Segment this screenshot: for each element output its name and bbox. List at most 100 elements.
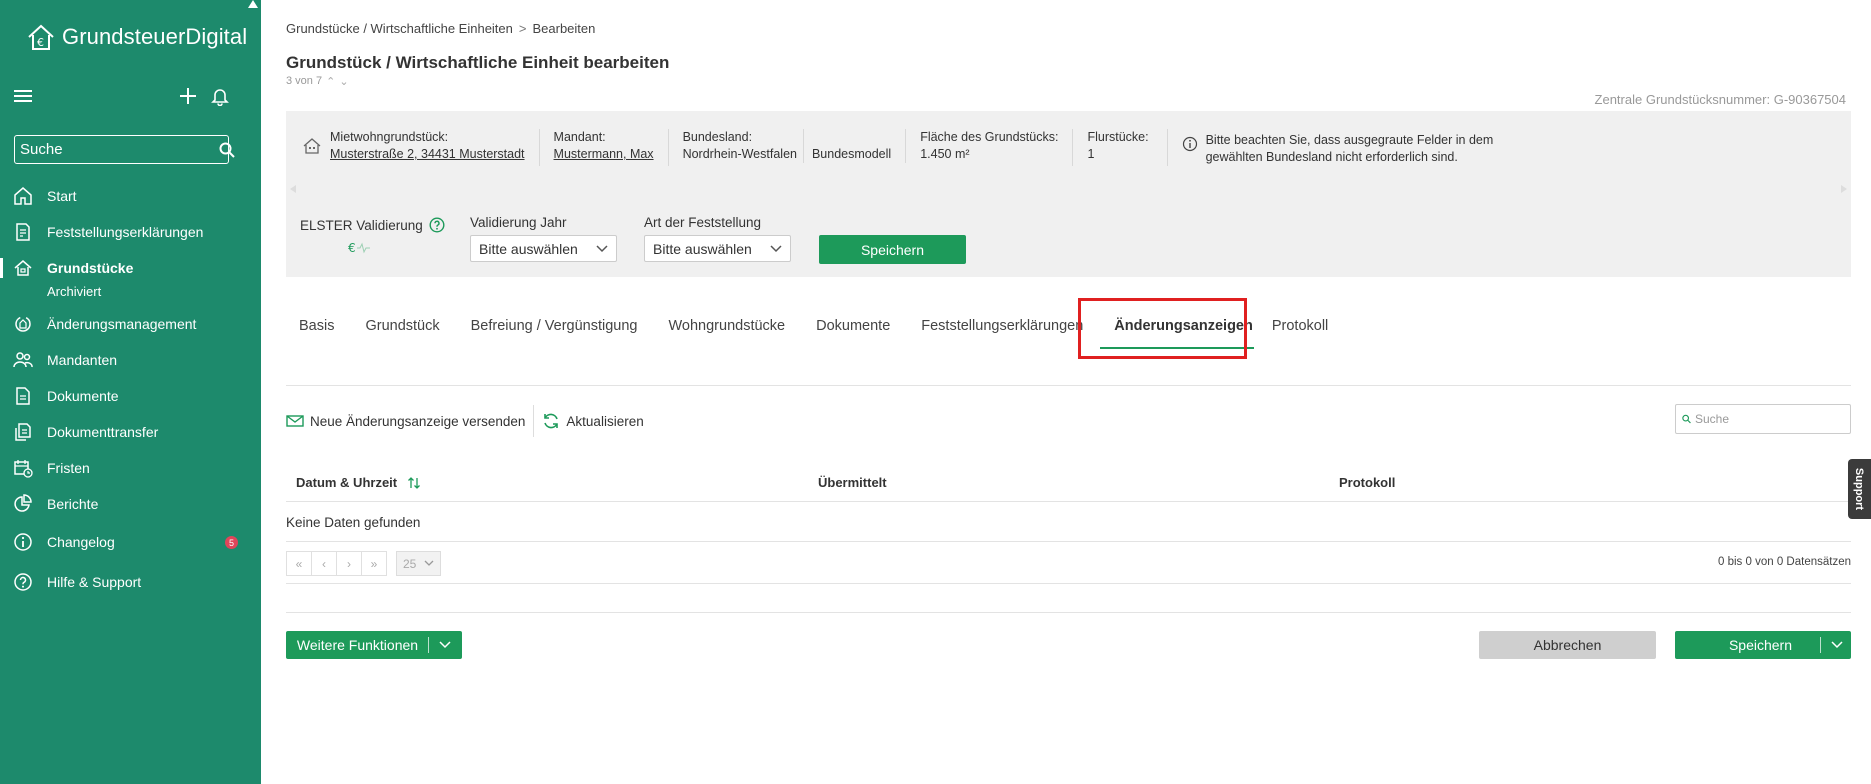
info-icon [13, 532, 33, 552]
scroll-up-icon[interactable] [248, 0, 258, 8]
bell-icon[interactable] [210, 86, 230, 106]
help-circle-icon[interactable] [429, 217, 445, 233]
save-button[interactable]: Speichern [1675, 631, 1851, 659]
button-separator [1820, 637, 1821, 653]
hamburger-menu-icon[interactable] [14, 88, 34, 104]
sidebar-item-fristen[interactable]: Fristen [0, 450, 261, 486]
record-counter-text: 3 von 7 [286, 75, 323, 87]
info-property-type: Mietwohngrundstück: Musterstraße 2, 3443… [286, 129, 540, 166]
new-change-notice-label: Neue Änderungsanzeige versenden [310, 413, 526, 429]
chevron-right-icon: > [518, 21, 527, 36]
validation-save-button[interactable]: Speichern [819, 235, 966, 264]
sort-icon[interactable] [407, 476, 421, 490]
svg-text:€: € [348, 241, 356, 255]
sidebar-item-dokumente[interactable]: Dokumente [0, 378, 261, 414]
property-type-label: Mietwohngrundstück: [330, 130, 449, 144]
refresh-button[interactable]: Aktualisieren [542, 405, 651, 437]
sidebar-item-label: Start [47, 188, 77, 204]
sidebar-item-dokumenttransfer[interactable]: Dokumenttransfer [0, 414, 261, 450]
search-icon[interactable] [219, 142, 235, 158]
column-header-datum[interactable]: Datum & Uhrzeit [296, 475, 421, 490]
grid-bottom-divider [286, 583, 1851, 584]
sidebar-item-label: Dokumenttransfer [47, 424, 159, 440]
sidebar-search-input[interactable] [15, 141, 219, 158]
grid-search[interactable] [1675, 404, 1851, 434]
grid-toolbar: Neue Änderungsanzeige versenden Aktualis… [286, 405, 652, 437]
validation-year-select[interactable]: Bitte auswählen [470, 235, 617, 262]
home-icon [13, 186, 33, 206]
sidebar-item-mandanten[interactable]: Mandanten [0, 342, 261, 378]
grid-search-input[interactable] [1691, 412, 1850, 426]
chevron-up-icon[interactable]: ⌃ [326, 75, 335, 88]
users-icon [13, 350, 33, 370]
assessment-type-select[interactable]: Bitte auswählen [644, 235, 791, 262]
tab-basis[interactable]: Basis [286, 295, 347, 357]
column-header-uebermittelt-label: Übermittelt [818, 475, 887, 490]
modell-value: Bundesmodell [811, 147, 892, 161]
mandant-link[interactable]: Mustermann, Max [554, 146, 654, 163]
logo[interactable]: € GrundsteuerDigital [26, 22, 247, 52]
sidebar-search[interactable] [14, 135, 235, 164]
sidebar-item-label: Dokumente [47, 388, 119, 404]
column-header-protokoll-label: Protokoll [1339, 475, 1396, 490]
last-page-button[interactable]: » [361, 551, 387, 576]
column-header-datum-label: Datum & Uhrzeit [296, 475, 398, 490]
plus-icon[interactable] [178, 86, 198, 106]
sidebar-item-label: Grundstücke [47, 260, 134, 276]
logo-text: GrundsteuerDigital [62, 24, 248, 49]
breadcrumb-parent[interactable]: Grundstücke / Wirtschaftliche Einheiten [286, 21, 513, 36]
chevron-down-icon[interactable] [439, 641, 451, 649]
chevron-down-icon [596, 244, 608, 252]
page-title: Grundstück / Wirtschaftliche Einheit bea… [286, 53, 670, 72]
sidebar-item-berichte[interactable]: Berichte [0, 486, 261, 522]
document-edit-icon [13, 222, 33, 242]
cancel-button[interactable]: Abbrechen [1479, 631, 1656, 659]
sidebar-item-start[interactable]: Start [0, 178, 261, 214]
property-info-panel: Mietwohngrundstück: Musterstraße 2, 3443… [286, 111, 1851, 277]
sidebar-item-hilfe-support[interactable]: Hilfe & Support [0, 564, 261, 600]
page-size-value: 25 [403, 556, 417, 571]
tab-aenderungsanzeigen[interactable]: Änderungsanzeigen [1096, 295, 1266, 357]
tab-wohngrundstuecke[interactable]: Wohngrundstücke [651, 295, 799, 357]
grid-empty-message: Keine Daten gefunden [286, 515, 421, 530]
tab-protokoll[interactable]: Protokoll [1266, 295, 1341, 357]
info-circle-icon [1182, 136, 1197, 152]
refresh-icon [544, 413, 559, 429]
mandant-label: Mandant: [553, 130, 606, 144]
sidebar-item-feststellungserklaerungen[interactable]: Feststellungserklärungen [0, 214, 261, 250]
info-flaeche: Fläche des Grundstücks: 1.450 m² [906, 129, 1074, 166]
chevron-down-icon[interactable] [1831, 641, 1843, 649]
next-page-button[interactable]: › [336, 551, 362, 576]
column-header-uebermittelt[interactable]: Übermittelt [818, 475, 887, 490]
record-counter: 3 von 7 ⌃ ⌄ [286, 75, 349, 88]
new-change-notice-button[interactable]: Neue Änderungsanzeige versenden [286, 405, 533, 437]
changelog-badge: 5 [225, 536, 238, 549]
property-icon [13, 258, 33, 278]
elster-validation-text: ELSTER Validierung [300, 217, 423, 233]
tab-grundstueck[interactable]: Grundstück [347, 295, 452, 357]
sidebar-item-aenderungsmanagement[interactable]: Änderungsmanagement [0, 306, 261, 342]
first-page-button[interactable]: « [286, 551, 312, 576]
tab-dokumente[interactable]: Dokumente [798, 295, 903, 357]
grid-divider [286, 541, 1851, 542]
sidebar-item-label: Fristen [47, 460, 90, 476]
central-property-number: Zentrale Grundstücksnummer: G-90367504 [1594, 92, 1846, 107]
sidebar-item-grundstuecke[interactable]: Grundstücke [0, 250, 261, 286]
flurstuecke-value: 1 [1087, 147, 1095, 161]
bundesland-value: Nordrhein-Westfalen [682, 147, 797, 161]
page-size-select[interactable]: 25 [396, 551, 441, 576]
tab-befreiung[interactable]: Befreiung / Vergünstigung [453, 295, 651, 357]
column-header-protokoll[interactable]: Protokoll [1339, 475, 1395, 490]
prev-page-button[interactable]: ‹ [311, 551, 337, 576]
support-tab[interactable]: Support [1848, 459, 1871, 519]
info-bundesland: Bundesland: Nordrhein-Westfalen [669, 129, 803, 166]
chevron-down-icon[interactable]: ⌄ [339, 75, 348, 88]
more-functions-button[interactable]: Weitere Funktionen [286, 631, 462, 659]
property-address-link[interactable]: Musterstraße 2, 34431 Musterstadt [330, 146, 525, 163]
scroll-right-icon[interactable] [1841, 185, 1847, 193]
tab-feststellungserklaerungen[interactable]: Feststellungserklärungen [903, 295, 1096, 357]
elster-logo-icon: € [348, 241, 370, 255]
scroll-left-icon[interactable] [290, 185, 296, 193]
elster-validation-label: ELSTER Validierung [300, 217, 445, 233]
sidebar-item-changelog[interactable]: Changelog 5 [0, 524, 261, 560]
